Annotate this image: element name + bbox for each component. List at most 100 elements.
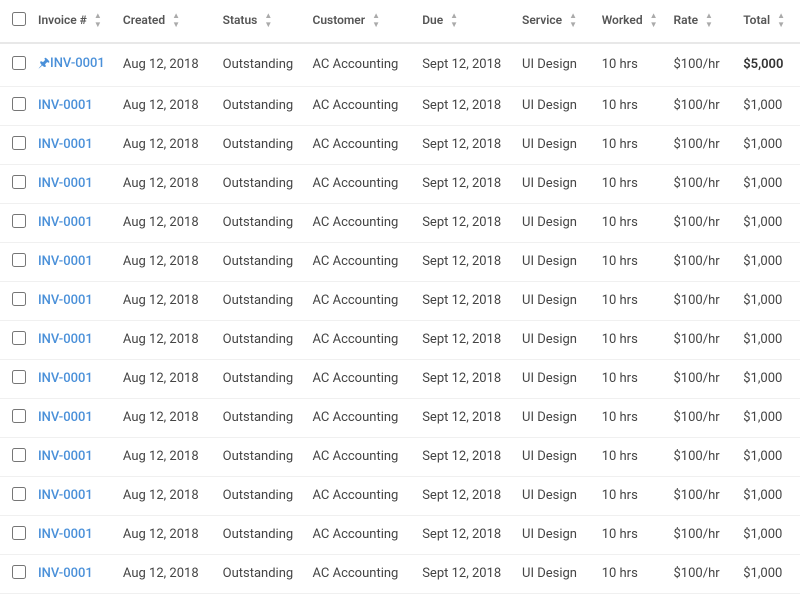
row-rate: $100/hr: [666, 320, 736, 359]
invoice-link[interactable]: INV-0001: [38, 371, 93, 386]
row-invoice[interactable]: INV-0001: [30, 398, 115, 437]
row-checkbox[interactable]: [12, 97, 26, 111]
row-created: Aug 12, 2018: [115, 164, 215, 203]
row-checkbox-cell[interactable]: [0, 43, 30, 87]
row-invoice[interactable]: INV-0001: [30, 320, 115, 359]
row-invoice[interactable]: 🖈INV-0001: [30, 43, 115, 87]
row-status: Outstanding: [215, 43, 305, 87]
row-service: UI Design: [514, 320, 594, 359]
invoice-link[interactable]: INV-0001: [38, 137, 93, 152]
invoice-link[interactable]: INV-0001: [38, 176, 93, 191]
row-worked: 10 hrs: [594, 593, 666, 600]
table-header-row: Invoice # ▲▼ Created ▲▼ Status ▲▼: [0, 0, 800, 43]
sort-arrows-service: ▲▼: [569, 12, 577, 30]
invoice-link[interactable]: INV-0001: [38, 410, 93, 425]
row-created: Aug 12, 2018: [115, 320, 215, 359]
select-all-checkbox[interactable]: [12, 12, 26, 26]
row-checkbox[interactable]: [12, 214, 26, 228]
row-created: Aug 12, 2018: [115, 203, 215, 242]
row-customer: AC Accounting: [305, 203, 415, 242]
row-checkbox-cell[interactable]: [0, 320, 30, 359]
row-invoice[interactable]: INV-0001: [30, 515, 115, 554]
invoice-link[interactable]: INV-0001: [38, 215, 93, 230]
row-checkbox[interactable]: [12, 565, 26, 579]
row-checkbox-cell[interactable]: [0, 86, 30, 125]
row-checkbox[interactable]: [12, 253, 26, 267]
invoice-link[interactable]: INV-0001: [38, 332, 93, 347]
row-service: UI Design: [514, 515, 594, 554]
row-invoice[interactable]: INV-0001: [30, 554, 115, 593]
row-invoice[interactable]: INV-0001: [30, 86, 115, 125]
invoices-table-container[interactable]: Invoice # ▲▼ Created ▲▼ Status ▲▼: [0, 0, 800, 600]
row-invoice[interactable]: INV-0001: [30, 125, 115, 164]
col-header-worked[interactable]: Worked ▲▼: [594, 0, 666, 43]
row-checkbox[interactable]: [12, 56, 26, 70]
row-total: $1,000: [735, 242, 800, 281]
row-worked: 10 hrs: [594, 242, 666, 281]
row-invoice[interactable]: INV-0001: [30, 281, 115, 320]
col-header-due[interactable]: Due ▲▼: [414, 0, 514, 43]
row-checkbox-cell[interactable]: [0, 242, 30, 281]
row-checkbox-cell[interactable]: [0, 554, 30, 593]
col-header-invoice[interactable]: Invoice # ▲▼: [30, 0, 115, 43]
col-header-service[interactable]: Service ▲▼: [514, 0, 594, 43]
row-checkbox[interactable]: [12, 331, 26, 345]
invoice-link[interactable]: INV-0001: [38, 293, 93, 308]
row-invoice[interactable]: INV-0001: [30, 476, 115, 515]
row-rate: $100/hr: [666, 164, 736, 203]
table-row: INV-0001 Aug 12, 2018 Outstanding AC Acc…: [0, 515, 800, 554]
invoice-link[interactable]: 🖈INV-0001: [38, 56, 105, 71]
row-invoice[interactable]: INV-0001: [30, 359, 115, 398]
table-row: INV-0001 Aug 12, 2018 Outstanding AC Acc…: [0, 125, 800, 164]
row-status: Outstanding: [215, 476, 305, 515]
row-checkbox-cell[interactable]: [0, 476, 30, 515]
invoice-link[interactable]: INV-0001: [38, 98, 93, 113]
col-header-customer[interactable]: Customer ▲▼: [305, 0, 415, 43]
invoice-link[interactable]: INV-0001: [38, 488, 93, 503]
row-checkbox[interactable]: [12, 292, 26, 306]
row-checkbox-cell[interactable]: [0, 398, 30, 437]
row-customer: AC Accounting: [305, 164, 415, 203]
row-checkbox[interactable]: [12, 409, 26, 423]
invoice-link[interactable]: INV-0001: [38, 566, 93, 581]
row-invoice[interactable]: INV-0001: [30, 437, 115, 476]
row-checkbox-cell[interactable]: [0, 593, 30, 600]
col-header-total[interactable]: Total ▲▼: [735, 0, 800, 43]
row-checkbox-cell[interactable]: [0, 515, 30, 554]
table-row: INV-0001 Aug 12, 2018 Outstanding AC Acc…: [0, 359, 800, 398]
row-checkbox-cell[interactable]: [0, 437, 30, 476]
row-worked: 10 hrs: [594, 554, 666, 593]
row-checkbox-cell[interactable]: [0, 125, 30, 164]
row-checkbox-cell[interactable]: [0, 359, 30, 398]
invoice-link[interactable]: INV-0001: [38, 254, 93, 269]
select-all-header[interactable]: [0, 0, 30, 43]
col-header-status[interactable]: Status ▲▼: [215, 0, 305, 43]
col-header-rate[interactable]: Rate ▲▼: [666, 0, 736, 43]
row-customer: AC Accounting: [305, 554, 415, 593]
invoice-link[interactable]: INV-0001: [38, 449, 93, 464]
row-customer: AC Accounting: [305, 398, 415, 437]
row-invoice[interactable]: INV-0001: [30, 593, 115, 600]
row-status: Outstanding: [215, 593, 305, 600]
row-invoice[interactable]: INV-0001: [30, 242, 115, 281]
invoice-link[interactable]: INV-0001: [38, 527, 93, 542]
row-checkbox-cell[interactable]: [0, 281, 30, 320]
row-checkbox-cell[interactable]: [0, 203, 30, 242]
row-checkbox[interactable]: [12, 136, 26, 150]
row-checkbox[interactable]: [12, 487, 26, 501]
row-invoice[interactable]: INV-0001: [30, 203, 115, 242]
row-checkbox-cell[interactable]: [0, 164, 30, 203]
row-service: UI Design: [514, 203, 594, 242]
row-created: Aug 12, 2018: [115, 86, 215, 125]
row-checkbox[interactable]: [12, 448, 26, 462]
col-header-created[interactable]: Created ▲▼: [115, 0, 215, 43]
row-due: Sept 12, 2018: [414, 359, 514, 398]
row-due: Sept 12, 2018: [414, 437, 514, 476]
row-total: $1,000: [735, 359, 800, 398]
row-worked: 10 hrs: [594, 125, 666, 164]
row-checkbox[interactable]: [12, 175, 26, 189]
row-invoice[interactable]: INV-0001: [30, 164, 115, 203]
row-checkbox[interactable]: [12, 526, 26, 540]
row-status: Outstanding: [215, 203, 305, 242]
row-checkbox[interactable]: [12, 370, 26, 384]
